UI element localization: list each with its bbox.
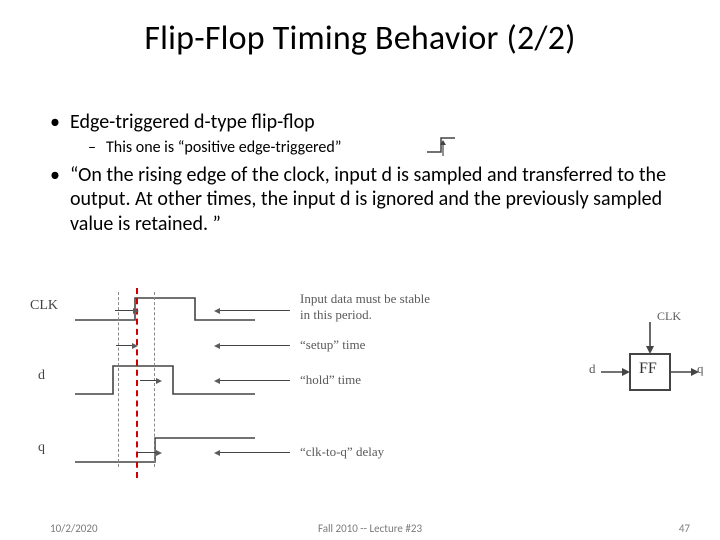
slide-title: Flip-Flop Timing Behavior (2/2) (0, 18, 720, 59)
ff-q-label: q (697, 362, 704, 376)
clock-edge-line (136, 288, 138, 478)
bullet-edge-triggered: Edge-triggered d-type flip-flop (70, 110, 315, 134)
annot-hold: “hold” time (300, 373, 361, 387)
subbullet-positive-edge: This one is “positive edge-triggered” (106, 138, 341, 157)
annot-stable-1: Input data must be stable (300, 292, 430, 306)
footer-page: 47 (679, 522, 690, 535)
ff-clk-label: CLK (657, 310, 681, 323)
annot-setup: “setup” time (300, 338, 365, 352)
label-d: d (38, 368, 45, 384)
slide-body: Edge-triggered d-type flip-flop This one… (50, 110, 670, 236)
label-q: q (38, 440, 45, 456)
ff-d-label: d (589, 362, 596, 376)
annot-stable-2: in this period. (300, 308, 372, 322)
rising-edge-icon (425, 132, 471, 158)
label-clk: CLK (30, 298, 58, 314)
annot-clk-to-q: “clk-to-q” delay (300, 445, 384, 459)
ff-box-label: FF (639, 360, 657, 378)
footer-mid: Fall 2010 -- Lecture #23 (50, 522, 690, 535)
bullet-rising-edge-desc: “On the rising edge of the clock, input … (70, 163, 666, 236)
ff-block-diagram: CLK d FF q (595, 316, 705, 416)
